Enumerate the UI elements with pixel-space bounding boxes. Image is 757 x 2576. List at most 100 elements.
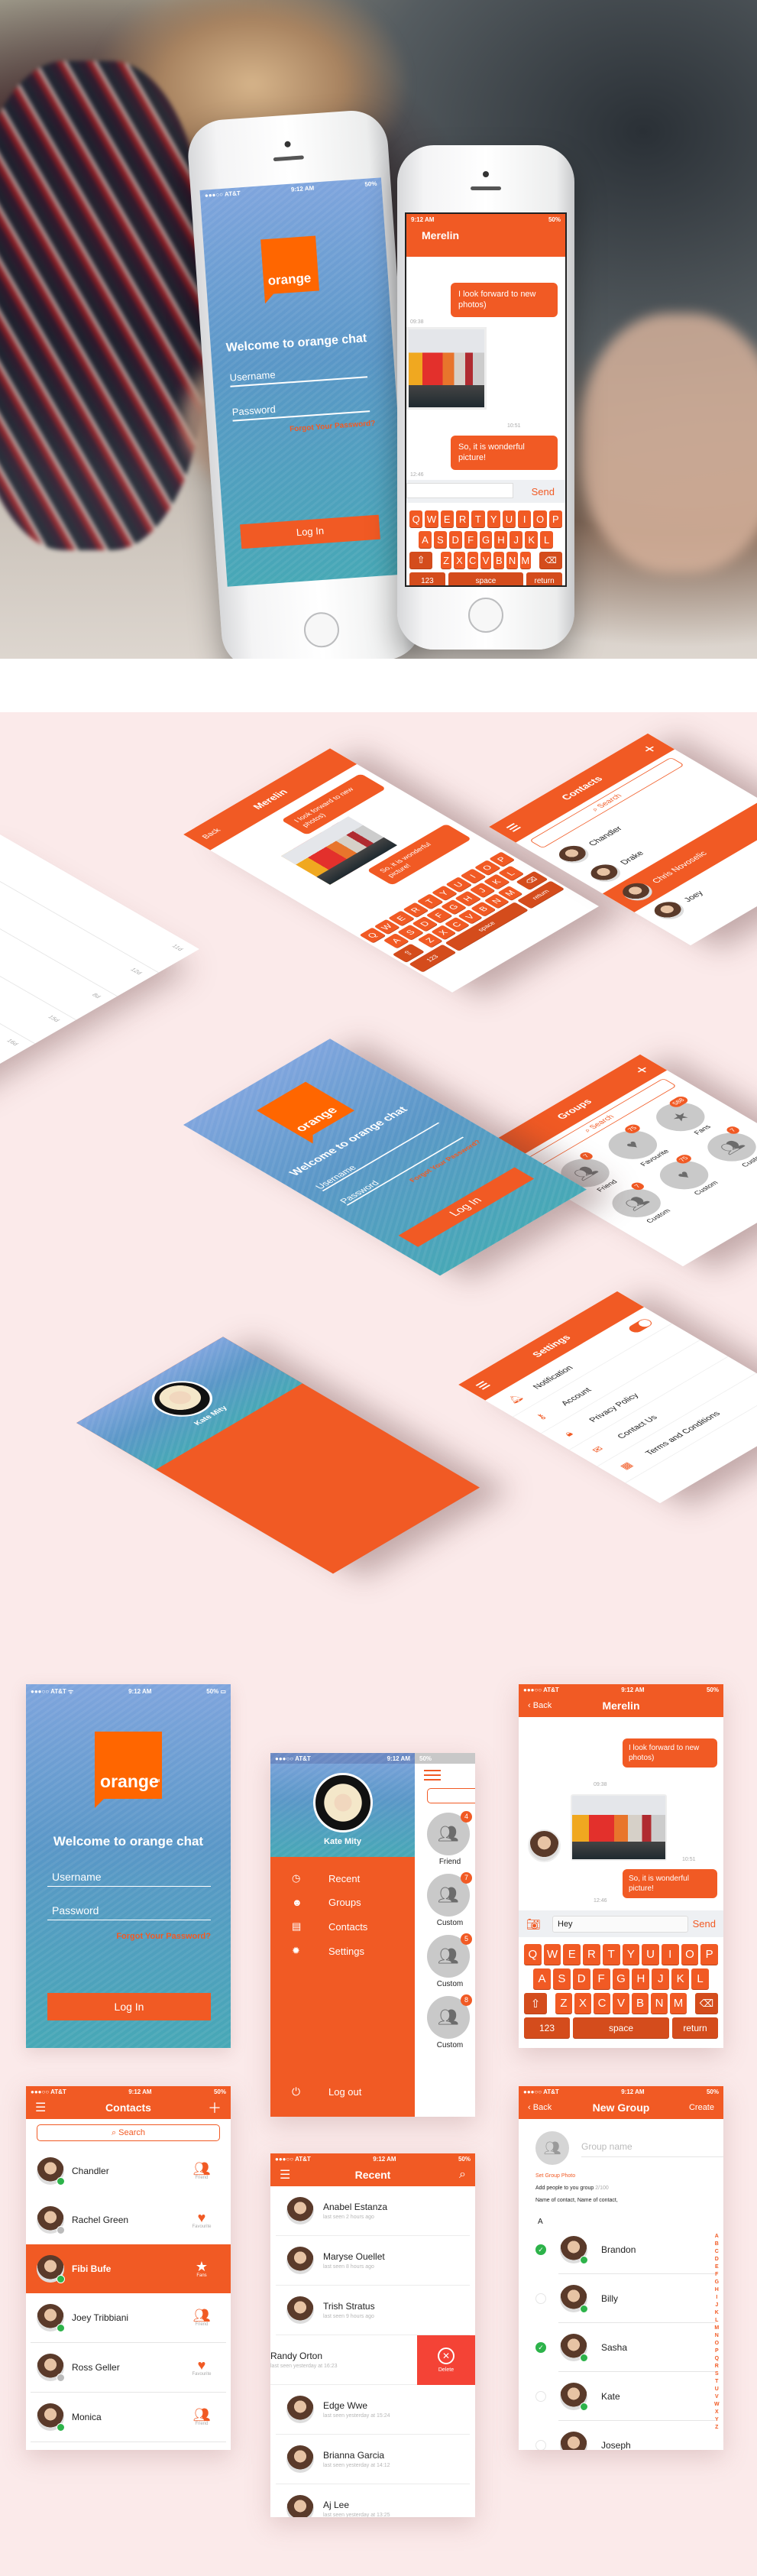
sidebar-item-groups[interactable]: ☻ Groups [270,1891,415,1914]
recent-row[interactable]: Randy Orton last seen yesterday at 16:23 ✕… [270,2335,475,2385]
contact-row[interactable]: Rachel Green ♥ Favourite [26,2195,231,2244]
index-letter[interactable]: E [714,2263,720,2271]
index-letter[interactable]: H [714,2286,720,2294]
alphabet-index[interactable]: ABCDEFGHIJKLMNOPQRSTUVWXYZ [714,2233,720,2432]
index-letter[interactable]: F [714,2271,720,2279]
key-m[interactable]: M [670,1993,687,2014]
space-key[interactable]: space [448,572,524,585]
key-u[interactable]: U [502,510,516,527]
key-z[interactable]: Z [555,1993,572,2014]
numbers-key[interactable]: 123 [409,572,445,585]
index-letter[interactable]: N [714,2332,720,2340]
group-item[interactable]: 👥︎ 5 Custom [427,1933,473,1988]
group-item[interactable]: ♥ 75 Favourite [598,1123,676,1170]
recent-row[interactable]: Edge Wwe last seen yesterday at 15:24 [276,2385,470,2435]
key-x[interactable]: X [574,1993,591,2014]
index-letter[interactable]: U [714,2386,720,2393]
menu-icon[interactable] [424,1770,441,1781]
key-r[interactable]: R [583,1944,600,1965]
key-q[interactable]: Q [409,510,423,527]
key-l[interactable]: L [691,1968,710,1989]
add-icon[interactable]: ＋ [637,741,662,756]
key-i[interactable]: I [518,510,532,527]
send-button[interactable]: Send [693,1918,716,1930]
key-a[interactable]: A [419,531,432,548]
send-button[interactable]: Send [532,486,555,497]
group-member-row[interactable]: ✓ Sasha [519,2323,723,2372]
key-g[interactable]: G [612,1968,630,1989]
key-l[interactable]: L [540,531,554,548]
checked-icon[interactable]: ✓ [535,2342,546,2353]
index-letter[interactable]: L [714,2317,720,2325]
menu-icon[interactable]: ☰ [473,1379,493,1392]
add-contact-icon[interactable]: ＋ [208,2098,222,2118]
backspace-key[interactable]: ⌫ [539,552,562,569]
group-item[interactable]: ♥ 75 Custom [649,1153,727,1200]
login-button[interactable]: Log In [47,1993,211,2020]
sidebar-item-settings[interactable]: ✹ Settings [270,1939,415,1963]
index-letter[interactable]: M [714,2325,720,2332]
index-letter[interactable]: B [714,2241,720,2248]
group-member-row[interactable]: Billy [519,2274,723,2323]
key-w[interactable]: W [425,510,438,527]
index-letter[interactable]: W [714,2401,720,2409]
space-key[interactable]: space [573,2017,669,2038]
group-item[interactable]: 👥︎ 7 Custom [427,1872,473,1927]
add-icon[interactable]: ＋ [629,1062,654,1077]
password-field[interactable]: Password [47,1904,211,1920]
backspace-key[interactable]: ⌫ [695,1993,718,2014]
group-item[interactable]: 👥︎ 7 Custom [602,1181,679,1228]
login-button[interactable]: Log In [240,514,380,549]
key-i[interactable]: I [661,1944,679,1965]
username-field[interactable]: Username [47,1871,211,1887]
back-button[interactable]: ‹ Back [528,1701,552,1710]
index-letter[interactable]: Z [714,2424,720,2432]
group-item[interactable]: 👥︎ 4 Friend [427,1811,473,1866]
forgot-password-link[interactable]: Forgot Your Password? [116,1932,211,1941]
index-letter[interactable]: S [714,2370,720,2378]
key-m[interactable]: M [519,552,531,569]
contact-row[interactable]: Ross Geller ♥ Favourite [26,2343,231,2392]
key-w[interactable]: W [543,1944,561,1965]
shift-key[interactable]: ⇧ [524,1993,547,2014]
group-photo-placeholder[interactable]: 👥︎ [535,2131,569,2165]
checked-icon[interactable]: ✓ [535,2244,546,2255]
username-field[interactable]: Username [229,362,368,387]
key-h[interactable]: H [632,1968,650,1989]
recent-row[interactable]: Aj Lee last seen yesterday at 13:25 [276,2484,470,2517]
contact-row[interactable]: Fibi Bufe ★ Fans [26,2244,231,2293]
set-group-photo-link[interactable]: Set Group Photo [535,2173,575,2179]
key-n[interactable]: N [651,1993,668,2014]
key-k[interactable]: K [671,1968,690,1989]
recent-row[interactable]: Trish Stratus last seen 9 hours ago [276,2286,470,2335]
unchecked-icon[interactable] [535,2391,546,2402]
message-image[interactable] [406,327,487,410]
group-item[interactable]: ★ 588 Fans [646,1094,723,1142]
key-d[interactable]: D [572,1968,590,1989]
create-button[interactable]: Create [689,2103,714,2112]
recent-row[interactable]: Anabel Estanza last seen 2 hours ago [276,2186,470,2236]
key-b[interactable]: B [493,552,505,569]
key-p[interactable]: P [548,510,562,527]
contact-row[interactable]: Chandler 👥︎ Friend [26,2147,231,2195]
index-letter[interactable]: J [714,2302,720,2309]
return-key[interactable]: return [672,2017,718,2038]
index-letter[interactable]: G [714,2279,720,2286]
key-h[interactable]: H [494,531,508,548]
menu-icon[interactable]: ☰ [280,2167,290,2182]
key-s[interactable]: S [552,1968,571,1989]
menu-icon[interactable]: ☰ [35,2100,46,2115]
return-key[interactable]: return [526,572,562,585]
camera-icon[interactable]: 📷︎ [526,1917,552,1931]
menu-icon[interactable]: ☰ [503,821,524,834]
logout-button[interactable]: ⏻ Log out [292,2085,361,2098]
contacts-search[interactable]: ⌕ Search [37,2124,220,2141]
key-y[interactable]: Y [487,510,500,527]
key-f[interactable]: F [464,531,477,548]
key-t[interactable]: T [471,510,485,527]
key-u[interactable]: U [642,1944,659,1965]
key-o[interactable]: O [533,510,547,527]
key-j[interactable]: J [510,531,523,548]
forgot-password-link[interactable]: Forgot Your Password? [290,420,376,434]
sidebar-item-recent[interactable]: ◷ Recent [270,1866,415,1891]
